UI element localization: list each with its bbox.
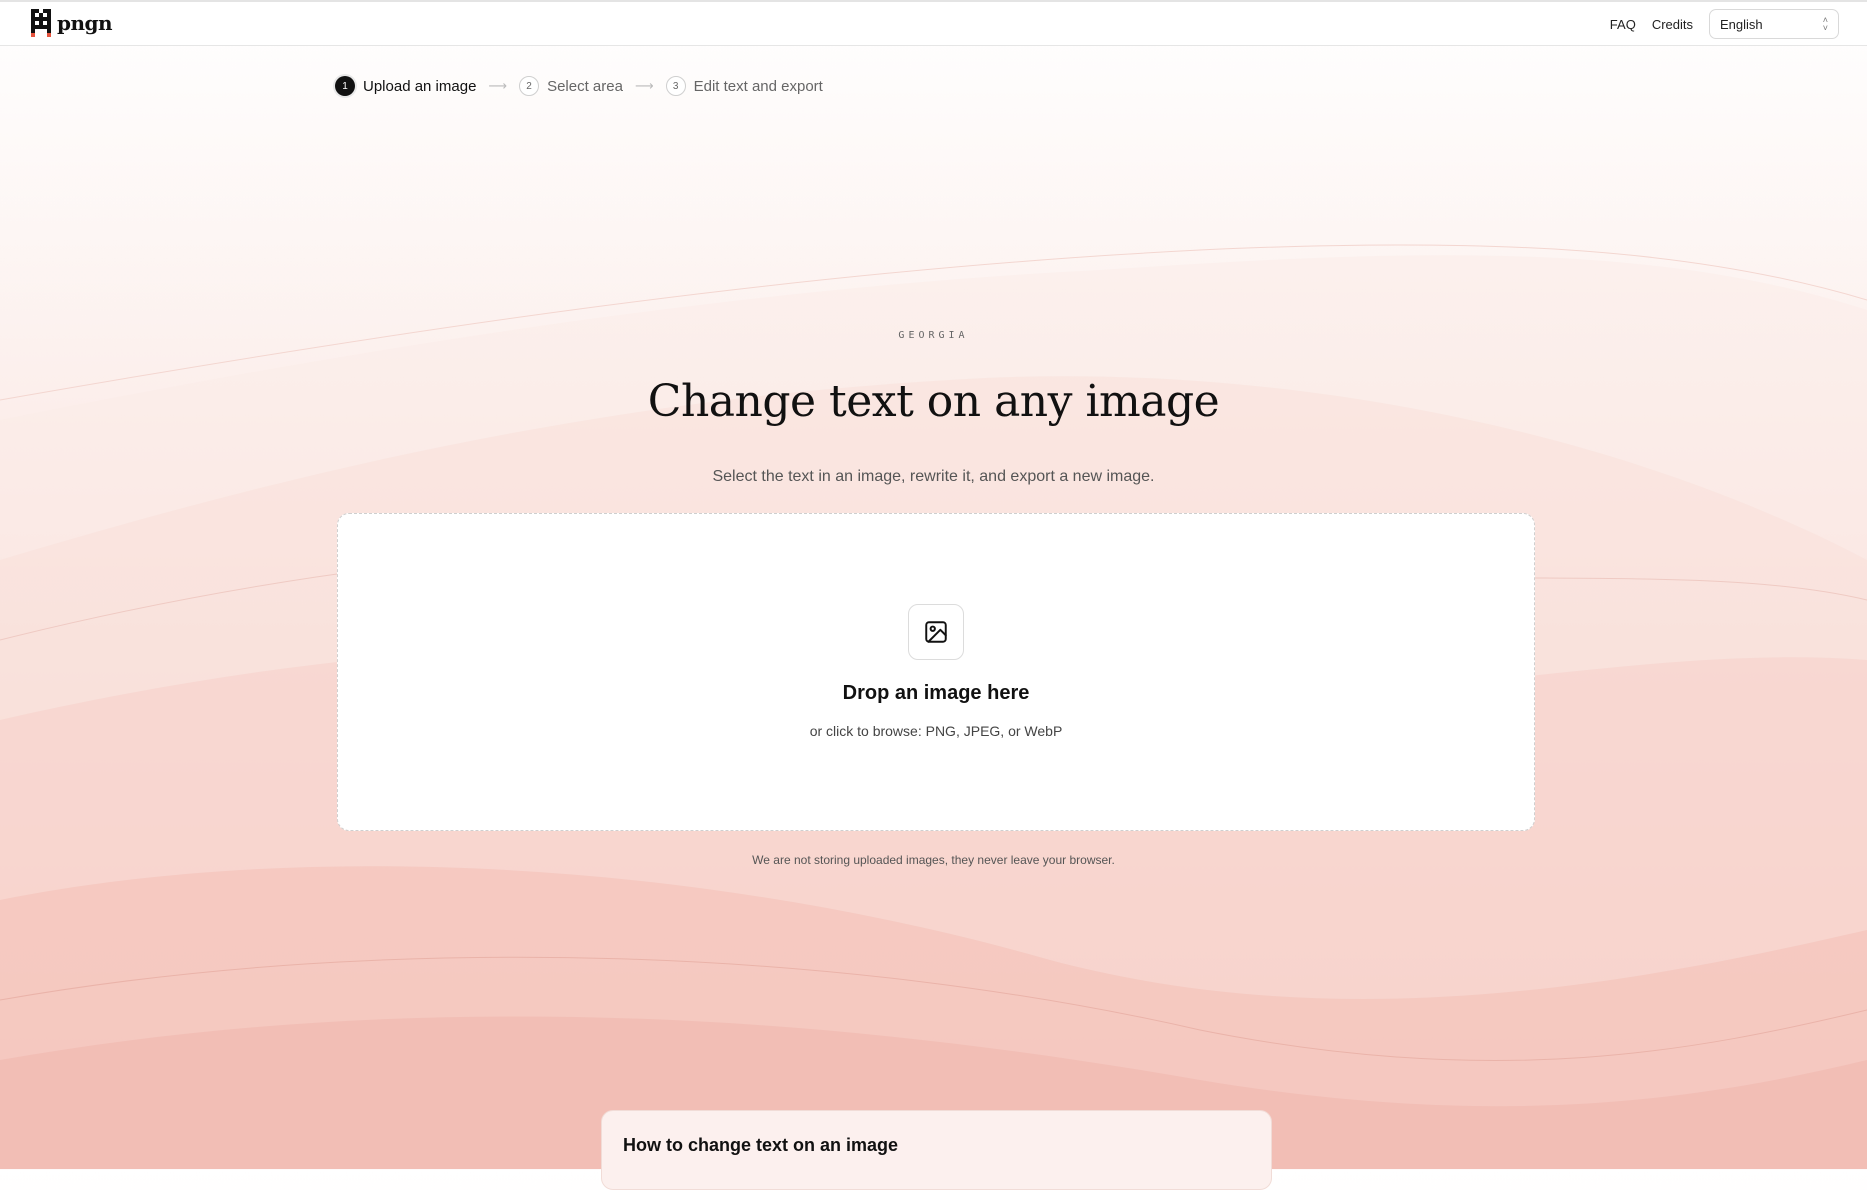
top-navigation-bar: pngn FAQ Credits English ˄ ˅: [0, 0, 1867, 46]
privacy-note: We are not storing uploaded images, they…: [752, 853, 1115, 867]
progress-steps: 1 Upload an image ⟶ 2 Select area ⟶ 3 Ed…: [335, 76, 823, 96]
hero-eyebrow: GEORGIA: [898, 330, 969, 341]
image-dropzone[interactable]: Drop an image here or click to browse: P…: [337, 513, 1535, 831]
language-select[interactable]: English ˄ ˅: [1709, 9, 1839, 39]
logo-text: pngn: [57, 11, 113, 35]
dropzone-subtitle: or click to browse: PNG, JPEG, or WebP: [809, 723, 1063, 739]
arrow-right-icon: ⟶: [634, 78, 654, 93]
howto-title: How to change text on an image: [623, 1135, 899, 1155]
step-2-label: Select area: [547, 77, 623, 95]
dropzone-title: Drop an image here: [842, 682, 1030, 704]
image-icon: [908, 604, 964, 660]
logo[interactable]: pngn: [31, 9, 113, 37]
language-select-value: English: [1720, 16, 1763, 32]
step-3-number: 3: [665, 76, 686, 96]
step-2-number: 2: [519, 76, 540, 96]
faq-link[interactable]: FAQ: [1610, 17, 1636, 32]
step-1-label: Upload an image: [363, 77, 477, 95]
howto-card: How to change text on an image: [601, 1110, 1272, 1190]
step-1-number: 1: [335, 76, 355, 96]
step-3-label: Edit text and export: [693, 77, 823, 95]
header-nav: FAQ Credits English ˄ ˅: [1610, 9, 1839, 39]
logo-mark-icon: [31, 9, 51, 37]
chevron-up-down-icon: ˄ ˅: [1822, 15, 1828, 33]
arrow-right-icon: ⟶: [488, 78, 508, 93]
credits-link[interactable]: Credits: [1652, 17, 1693, 32]
page-subtitle: Select the text in an image, rewrite it,…: [712, 468, 1155, 485]
page-title: Change text on any image: [647, 376, 1220, 427]
